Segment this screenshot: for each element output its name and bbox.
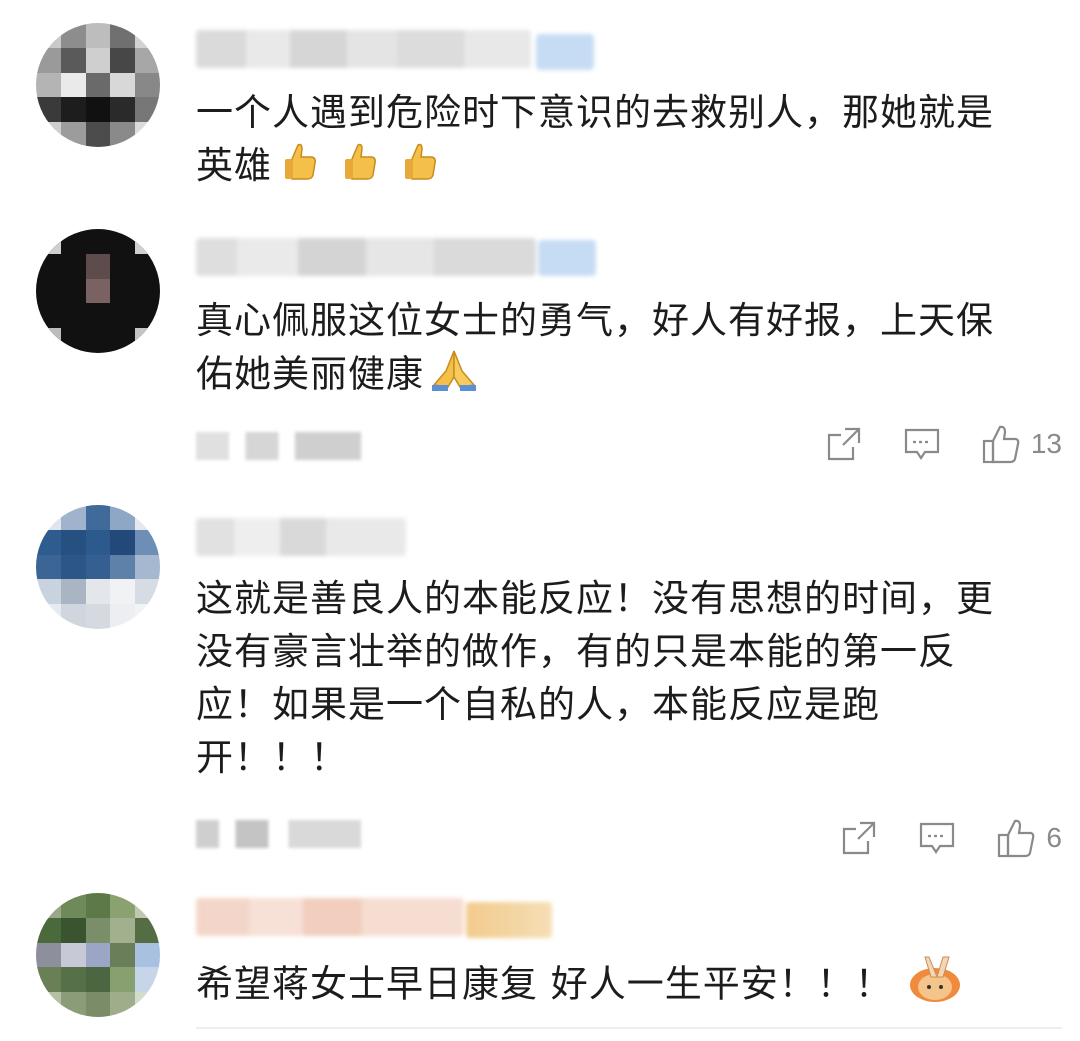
avatar[interactable] bbox=[36, 23, 160, 147]
thumbs-up-icon bbox=[282, 141, 318, 195]
reply-button[interactable] bbox=[903, 425, 941, 463]
username-blurred[interactable] bbox=[196, 30, 531, 68]
like-button[interactable]: 6 bbox=[996, 818, 1062, 858]
comment-actions: 6 bbox=[840, 818, 1062, 858]
comment-text: 这就是善良人的本能反应！没有思想的时间，更 没有豪言壮举的做作，有的只是本能的第… bbox=[196, 577, 994, 779]
reply-button[interactable] bbox=[918, 819, 956, 857]
share-icon bbox=[827, 427, 860, 461]
comment-actions: 13 bbox=[825, 424, 1062, 464]
vip-badge-blurred bbox=[466, 902, 552, 938]
timestamp-blurred bbox=[196, 432, 361, 460]
avatar[interactable] bbox=[36, 893, 160, 1017]
username-blurred[interactable] bbox=[196, 898, 464, 936]
thumbs-up-icon bbox=[342, 141, 378, 195]
username-blurred[interactable] bbox=[196, 518, 406, 556]
comment-icon bbox=[920, 822, 955, 854]
thumbs-up-outline-icon bbox=[998, 819, 1035, 858]
timestamp-blurred bbox=[196, 820, 361, 848]
thumbs-up-outline-icon bbox=[982, 425, 1020, 464]
username-blurred[interactable] bbox=[196, 238, 536, 276]
victory-hand-icon bbox=[907, 955, 963, 1017]
share-button[interactable] bbox=[825, 425, 863, 463]
avatar[interactable] bbox=[36, 229, 160, 353]
comment-icon bbox=[904, 428, 939, 460]
thumbs-up-icon bbox=[402, 141, 438, 195]
vip-badge-blurred bbox=[538, 240, 596, 276]
like-count: 13 bbox=[1030, 428, 1062, 459]
vip-badge-blurred bbox=[536, 34, 594, 70]
folded-hands-icon bbox=[428, 347, 480, 405]
like-count: 6 bbox=[1046, 822, 1062, 853]
share-button[interactable] bbox=[840, 819, 878, 857]
divider bbox=[196, 1027, 1062, 1029]
like-button[interactable]: 13 bbox=[981, 424, 1062, 464]
comment-text: 希望蒋女士早日康复 好人一生平安！！！ bbox=[196, 955, 1056, 1017]
comment-text: 真心佩服这位女士的勇气，好人有好报，上天保 佑她美丽健康 bbox=[196, 294, 1056, 405]
share-icon bbox=[843, 821, 876, 855]
comment-text: 一个人遇到危险时下意识的去救别人，那她就是 英雄 bbox=[196, 86, 1056, 195]
avatar[interactable] bbox=[36, 505, 160, 629]
